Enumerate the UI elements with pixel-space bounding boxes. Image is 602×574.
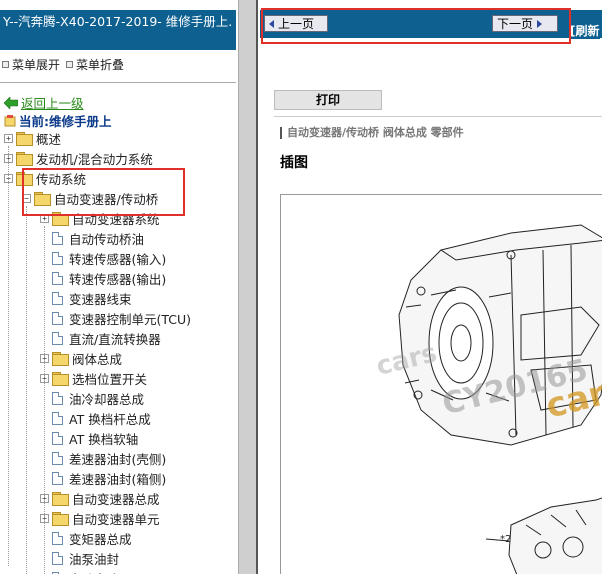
tree-item[interactable]: + 发动机/混合动力系统 [4,148,153,168]
tree-item[interactable]: 油冷却器总成 [40,388,144,408]
tree-guide-line [26,206,27,574]
square-icon [2,61,9,68]
document-icon [52,251,63,265]
back-arrow-icon[interactable] [4,96,18,109]
tree-item-label: AT 换档杆总成 [69,411,151,427]
document-icon [52,431,63,445]
manual-title: Y--汽奔腾-X40-2017-2019- 维修手册上. [0,10,236,50]
tree-item-label: 发动机/混合动力系统 [36,151,153,167]
tree-item-label: 阀体总成 [72,351,123,367]
tree-item-label: 自动变速器... [69,569,143,574]
expand-icon[interactable]: + [4,133,13,143]
tree-item-label: 变速器控制单元(TCU) [69,311,192,327]
tree-item[interactable]: 油泵油封 [40,548,119,568]
breadcrumb-text: 自动变速器/传动桥 阀体总成 零部件 [287,126,464,139]
document-icon [52,271,63,285]
tree-item[interactable]: + 阀体总成 [40,348,122,368]
divider [274,116,602,117]
tree-item-label: 油泵油封 [69,551,120,567]
tree-item-label: 变矩器总成 [69,531,132,547]
square-icon [66,61,74,68]
tree-item[interactable]: 变速器线束 [40,288,132,308]
document-icon [52,231,63,245]
menu-controls: 菜单展开 菜单折叠 [2,56,124,73]
folder-icon [52,352,69,366]
tree-item-label: 自动传动桥油 [69,231,145,247]
folder-icon [16,152,33,166]
menu-expand-button[interactable]: 菜单展开 [2,56,60,73]
location-icon [4,114,16,126]
folder-icon [16,132,33,146]
document-icon [52,331,63,345]
tree-item-label: 选档位置开关 [72,371,148,387]
tree-item[interactable]: AT 换档软轴 [40,428,138,448]
refresh-button[interactable]: [刷新 [570,22,600,39]
folder-icon [52,372,69,386]
transmission-illustration [398,224,602,574]
left-pane: Y--汽奔腾-X40-2017-2019- 维修手册上. 菜单展开 菜单折叠 返… [0,0,240,574]
tree-item-label: 变速器线束 [69,291,132,307]
tree-item-label: 自动变速器总成 [72,491,160,507]
breadcrumb-bar [280,127,282,139]
document-icon [52,391,63,405]
tree-item[interactable]: AT 换档杆总成 [40,408,151,428]
tree-item-label: 直流/直流转换器 [69,331,161,347]
document-icon [52,311,63,325]
callout-label: *2 [500,534,512,545]
tree-item-label: 差速器油封(壳侧) [69,451,167,467]
content-pane: 上一页 下一页 [刷新 打印 自动变速器/传动桥 阀体总成 零部件 插图 car… [256,0,602,574]
tree-item[interactable]: 变矩器总成 [40,528,132,548]
tree-guide-line [44,226,45,574]
tree-item-label: AT 换档软轴 [69,431,139,447]
print-button[interactable]: 打印 [274,90,382,110]
tree-item[interactable]: 变速器控制单元(TCU) [40,308,191,328]
back-row: 返回上一级 [4,93,84,112]
tree-item[interactable]: 直流/直流转换器 [40,328,161,348]
tree-item[interactable]: 转速传感器(输出) [40,268,166,288]
document-icon [52,291,63,305]
tree-item[interactable]: + 自动变速器总成 [40,488,160,508]
illustration: cars CY20165 car *2 [280,194,602,574]
tree-item[interactable]: 差速器油封(壳侧) [40,448,166,468]
tree-guide-line [8,146,9,566]
highlight-box [261,8,571,44]
tree-item-label: 自动变速器单元 [72,511,160,527]
document-icon [52,531,63,545]
document-icon [52,471,63,485]
tree-item[interactable]: + 自动变速器单元 [40,508,160,528]
menu-expand-label: 菜单展开 [12,58,61,72]
document-icon [52,551,63,565]
tree-item[interactable]: + 选档位置开关 [40,368,147,388]
tree-item-label: 油冷却器总成 [69,391,145,407]
back-link[interactable]: 返回上一级 [21,93,84,112]
section-title: 插图 [280,155,308,171]
tree-item[interactable]: 差速器油封(箱侧) [40,468,166,488]
document-icon [52,411,63,425]
highlight-box [22,168,185,216]
left-scrollbar[interactable] [238,0,256,574]
document-icon [52,451,63,465]
tree-item-label: 转速传感器(输出) [69,271,167,287]
menu-collapse-label: 菜单折叠 [76,58,125,72]
menu-collapse-button[interactable]: 菜单折叠 [66,56,124,73]
breadcrumb: 自动变速器/传动桥 阀体总成 零部件 [280,124,464,140]
tree-item[interactable]: + 概述 [4,128,61,148]
tree-item[interactable]: 转速传感器(输入) [40,248,166,268]
tree-item-label: 概述 [36,131,62,147]
tree-item[interactable]: 自动传动桥油 [40,228,144,248]
folder-icon [52,512,69,526]
divider [0,82,236,83]
tree-item-label: 转速传感器(输入) [69,251,167,267]
folder-icon [52,492,69,506]
tree-item[interactable]: 自动变速器... [40,568,143,574]
tree-item-label: 差速器油封(箱侧) [69,471,167,487]
